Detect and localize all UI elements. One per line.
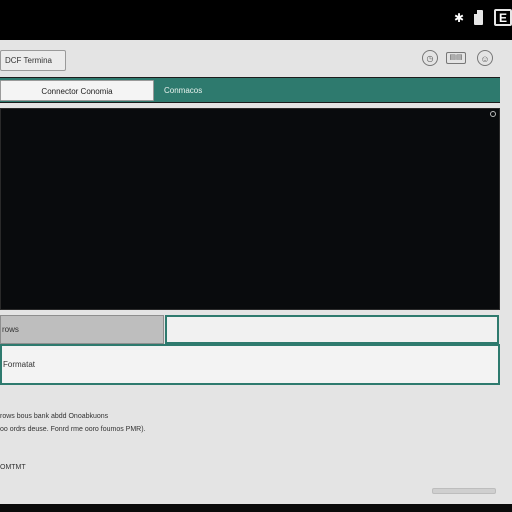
tab-connector[interactable]: Connector Conomia	[0, 80, 154, 101]
battery-icon: E	[494, 9, 512, 26]
status-bar: ✱ E	[0, 0, 512, 40]
value-input[interactable]	[165, 315, 499, 344]
format-field[interactable]: Formatat	[0, 344, 500, 385]
footer-label: OMTMT	[0, 464, 26, 471]
back-button[interactable]: DCF Termina	[0, 50, 66, 71]
clock-icon[interactable]: ◷	[422, 50, 438, 66]
rows-field[interactable]: rows	[0, 315, 164, 344]
file-icon	[474, 10, 483, 25]
bottom-bezel	[0, 504, 512, 512]
scroll-handle[interactable]	[432, 488, 496, 494]
info-text-line-2: oo ordrs deuse. Fonrd rme ooro foumos PM…	[0, 426, 146, 433]
video-preview[interactable]	[0, 108, 500, 310]
record-indicator-icon	[490, 111, 496, 117]
tab-conmacos[interactable]: Conmacos	[164, 80, 284, 101]
bluetooth-icon: ✱	[454, 11, 465, 25]
info-text-line-1: rows bous bank abdd Onoabkuons	[0, 413, 109, 420]
keyboard-icon[interactable]: ▤▤	[446, 52, 466, 64]
tab-bar: Connector Conomia Conmacos	[0, 77, 500, 103]
app-window: DCF Termina ◷ ▤▤ ☺ Connector Conomia Con…	[0, 40, 512, 504]
smile-icon[interactable]: ☺	[477, 50, 493, 66]
